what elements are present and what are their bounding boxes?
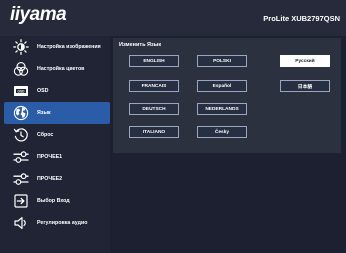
- sidebar-item-picture-adjust[interactable]: Настройка изображения: [0, 36, 110, 58]
- language-option-polski[interactable]: POLSKI: [197, 55, 247, 67]
- osd-menu: iiyama ProLite XUB2797QSN Настройка изоб…: [0, 0, 346, 253]
- sidebar-item-label: Сброс: [37, 132, 54, 138]
- osd-icon: OSD: [13, 83, 29, 99]
- sidebar-item-misc2[interactable]: ПРОЧЕЕ2: [0, 168, 110, 190]
- sidebar-item-color-adjust[interactable]: Настройка цветов: [0, 58, 110, 80]
- language-option-japanese[interactable]: 日本語: [280, 80, 330, 92]
- language-option-francais[interactable]: FRANCAIS: [129, 80, 179, 92]
- language-option-nederlands[interactable]: NEDERLANDS: [197, 103, 247, 115]
- settings-sliders-icon: [13, 171, 29, 187]
- language-option-deutsch[interactable]: DEUTSCH: [129, 103, 179, 115]
- sidebar-item-audio[interactable]: Регулировка аудио: [0, 212, 110, 234]
- sidebar-item-label: ПРОЧЕЕ1: [37, 154, 63, 160]
- sidebar-item-label: Язык: [37, 110, 51, 116]
- model-name: ProLite XUB2797QSN: [263, 14, 340, 23]
- reset-icon: [13, 127, 29, 143]
- speaker-icon: [13, 215, 29, 231]
- settings-sliders-icon: [13, 149, 29, 165]
- language-option-italiano[interactable]: ITALIANO: [129, 126, 179, 138]
- sidebar-item-osd[interactable]: OSD OSD: [0, 80, 110, 102]
- sidebar-item-label: ПРОЧЕЕ2: [37, 176, 63, 182]
- language-option-cesky[interactable]: Česky: [197, 126, 247, 138]
- svg-text:OSD: OSD: [18, 89, 26, 93]
- sidebar-item-language[interactable]: Язык: [4, 102, 110, 124]
- sidebar-item-label: Настройка цветов: [37, 66, 85, 72]
- language-panel: Изменить Язык ENGLISH POLSKI Русский FRA…: [113, 38, 341, 153]
- brand-logo: iiyama: [10, 4, 67, 25]
- color-circles-icon: [13, 61, 29, 77]
- panel-title: Изменить Язык: [119, 42, 162, 48]
- sidebar-item-input-select[interactable]: Выбор Вход: [0, 190, 110, 212]
- input-select-icon: [13, 193, 29, 209]
- sidebar-item-label: Выбор Вход: [37, 198, 70, 204]
- sidebar-item-reset[interactable]: Сброс: [0, 124, 110, 146]
- brightness-icon: [13, 39, 29, 55]
- header-bar: iiyama ProLite XUB2797QSN: [0, 0, 346, 36]
- language-option-russian[interactable]: Русский: [280, 55, 330, 67]
- globe-icon: [13, 105, 29, 121]
- sidebar-item-label: Настройка изображения: [37, 44, 101, 50]
- sidebar: Настройка изображения Настройка цветов O…: [0, 36, 110, 253]
- sidebar-item-label: Регулировка аудио: [37, 220, 88, 226]
- sidebar-item-label: OSD: [37, 88, 49, 94]
- language-option-english[interactable]: ENGLISH: [129, 55, 179, 67]
- language-option-espanol[interactable]: Español: [197, 80, 247, 92]
- sidebar-item-misc1[interactable]: ПРОЧЕЕ1: [0, 146, 110, 168]
